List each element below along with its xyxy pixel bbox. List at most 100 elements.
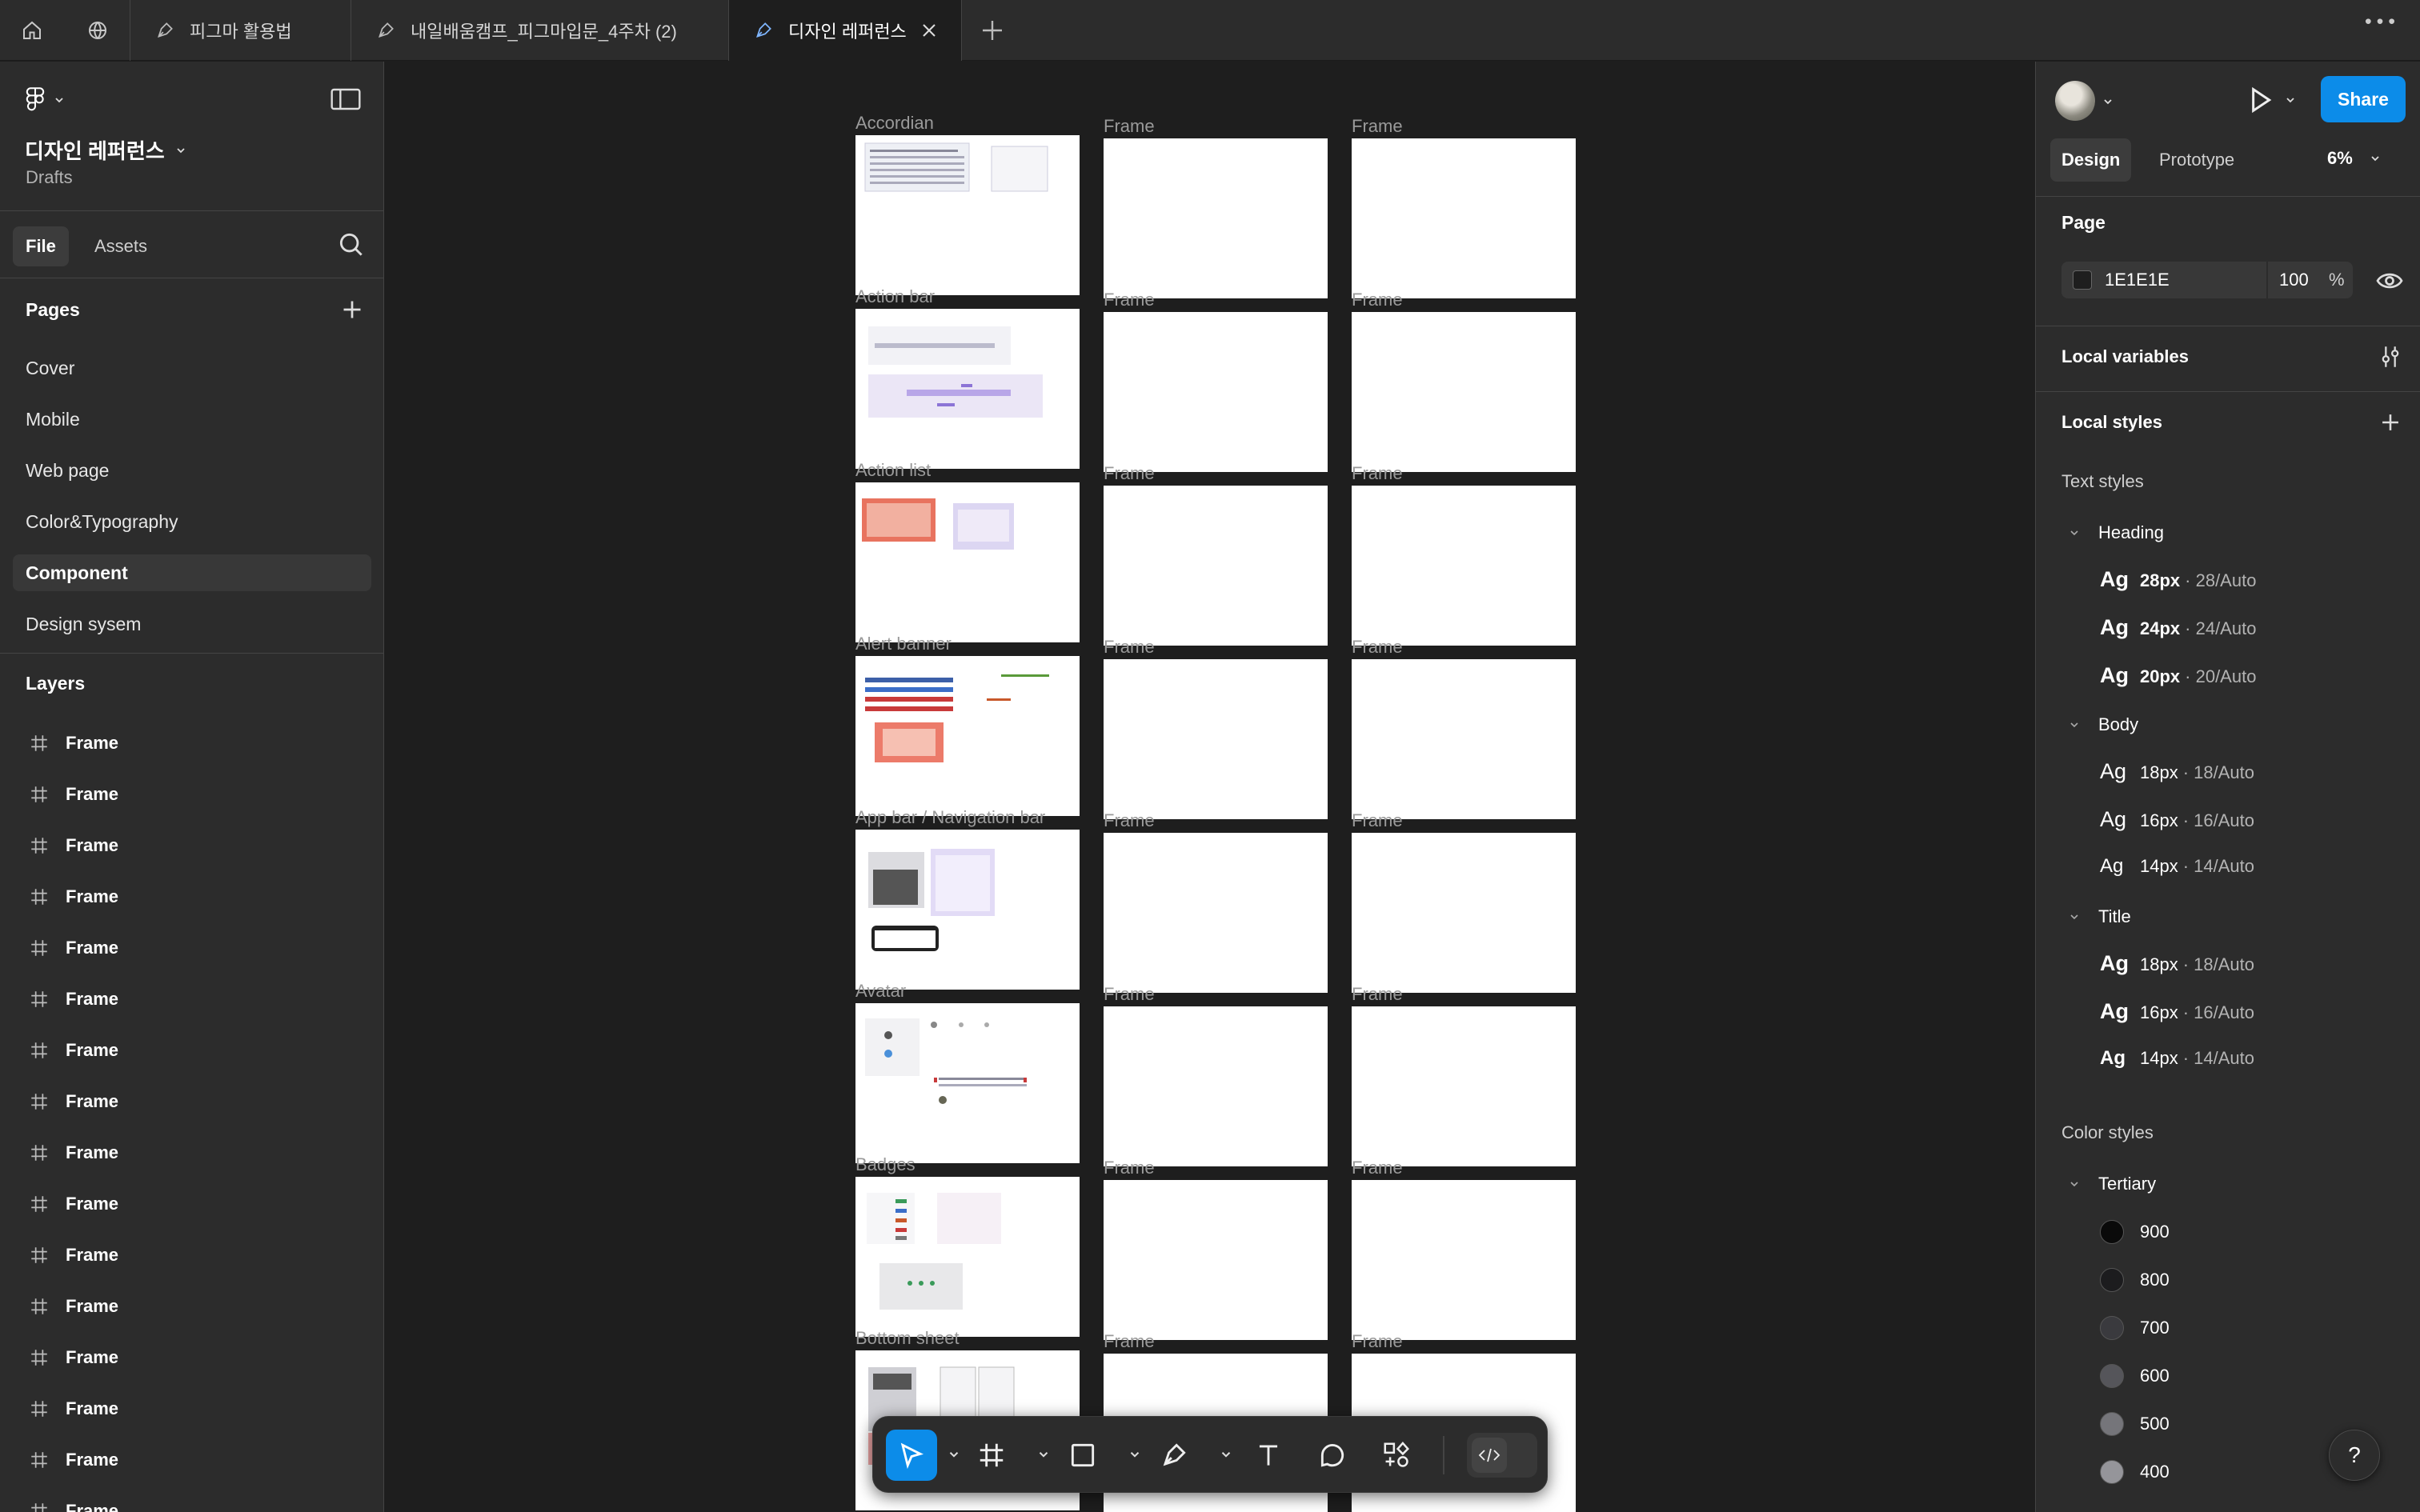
frame-label[interactable]: Frame — [1104, 984, 1155, 1005]
pen-tool[interactable] — [1148, 1430, 1200, 1481]
frame-label[interactable]: Frame — [1104, 116, 1155, 137]
frame-label[interactable]: Frame — [1352, 290, 1403, 310]
text-style-body-16[interactable]: Ag 16px · 16/Auto — [2100, 807, 2254, 832]
frame-label[interactable]: App bar / Navigation bar — [855, 807, 1045, 828]
layer-item[interactable]: Frame — [0, 1489, 383, 1512]
canvas-frame[interactable] — [1352, 1006, 1576, 1166]
chevron-down-icon[interactable] — [2101, 95, 2114, 108]
canvas-frame[interactable] — [1104, 138, 1328, 298]
frame-label[interactable]: Frame — [1104, 1158, 1155, 1178]
dev-mode-toggle[interactable] — [1467, 1433, 1537, 1478]
color-style-item[interactable]: 500 — [2100, 1412, 2170, 1436]
text-style-heading-28[interactable]: Ag 28px · 28/Auto — [2100, 567, 2256, 592]
style-group-title[interactable]: Title — [2068, 906, 2131, 927]
search-icon[interactable] — [336, 230, 367, 260]
canvas-frame[interactable] — [855, 309, 1080, 469]
frame-label[interactable]: Frame — [1352, 984, 1403, 1005]
layer-item[interactable]: Frame — [0, 1438, 383, 1482]
page-background-field[interactable]: 1E1E1E 100 % — [2061, 262, 2353, 298]
text-style-heading-24[interactable]: Ag 24px · 24/Auto — [2100, 615, 2256, 640]
frame-label[interactable]: Frame — [1104, 810, 1155, 831]
chevron-down-icon[interactable] — [947, 1447, 961, 1462]
layer-item[interactable]: Frame — [0, 874, 383, 919]
frame-label[interactable]: Bottom sheet — [855, 1328, 960, 1349]
style-group-body[interactable]: Body — [2068, 714, 2138, 735]
frame-label[interactable]: Frame — [1352, 637, 1403, 658]
frame-label[interactable]: Frame — [1352, 463, 1403, 484]
local-variables[interactable]: Local variables — [2061, 346, 2189, 367]
home-icon[interactable] — [2, 0, 62, 61]
page-color-hex[interactable]: 1E1E1E — [2105, 270, 2170, 290]
canvas-frame[interactable] — [1104, 312, 1328, 472]
frame-label[interactable]: Action list — [855, 460, 931, 481]
page-item-web-page[interactable]: Web page — [13, 452, 371, 489]
present-play-icon[interactable] — [2244, 84, 2276, 116]
page-opacity[interactable]: 100 — [2279, 270, 2309, 290]
new-tab-plus-icon[interactable] — [978, 16, 1007, 45]
layer-item[interactable]: Frame — [0, 1079, 383, 1124]
canvas-frame[interactable] — [855, 830, 1080, 990]
tab-design[interactable]: Design — [2050, 138, 2132, 182]
layer-item[interactable]: Frame — [0, 1233, 383, 1278]
chevron-down-icon[interactable] — [1219, 1447, 1233, 1462]
user-avatar[interactable] — [2055, 81, 2095, 121]
comment-tool[interactable] — [1307, 1430, 1358, 1481]
tab-file-1[interactable]: 피그마 활용법 — [130, 0, 351, 61]
tab-prototype[interactable]: Prototype — [2148, 138, 2246, 182]
more-options-icon[interactable] — [2364, 16, 2396, 45]
color-style-item[interactable]: 700 — [2100, 1316, 2170, 1340]
globe-icon[interactable] — [67, 0, 128, 61]
frame-label[interactable]: Alert banner — [855, 634, 952, 654]
layer-item[interactable]: Frame — [0, 1335, 383, 1380]
style-group-tertiary[interactable]: Tertiary — [2068, 1174, 2156, 1194]
canvas[interactable]: Accordian Frame Frame Action bar Frame Frame A… — [385, 62, 2035, 1512]
text-style-title-16[interactable]: Ag 16px · 16/Auto — [2100, 999, 2254, 1024]
canvas-frame[interactable] — [1104, 1006, 1328, 1166]
layer-item[interactable]: Frame — [0, 823, 383, 868]
frame-label[interactable]: Accordian — [855, 113, 934, 134]
text-style-body-14[interactable]: Ag 14px · 14/Auto — [2100, 855, 2254, 878]
add-page-icon[interactable] — [338, 295, 367, 324]
frame-label[interactable]: Frame — [1352, 116, 1403, 137]
chevron-down-icon[interactable] — [2284, 94, 2297, 106]
share-button[interactable]: Share — [2321, 76, 2406, 122]
canvas-frame[interactable] — [855, 482, 1080, 642]
canvas-frame[interactable] — [1104, 659, 1328, 819]
page-item-design-system[interactable]: Design sysem — [13, 606, 371, 642]
canvas-frame[interactable] — [1352, 312, 1576, 472]
color-style-item[interactable]: 400 — [2100, 1460, 2170, 1484]
tab-file[interactable]: File — [13, 226, 69, 266]
sidebar-toggle-icon[interactable] — [330, 86, 362, 113]
canvas-frame[interactable] — [1104, 833, 1328, 993]
chevron-down-icon[interactable] — [1036, 1447, 1051, 1462]
canvas-frame[interactable] — [1104, 486, 1328, 646]
zoom-dropdown[interactable]: 6% — [2327, 148, 2382, 169]
canvas-frame[interactable] — [855, 1177, 1080, 1337]
close-icon[interactable] — [918, 19, 940, 42]
file-name-menu[interactable]: 디자인 레퍼런스 — [25, 135, 187, 165]
frame-label[interactable]: Frame — [1352, 1331, 1403, 1352]
layer-item[interactable]: Frame — [0, 1182, 383, 1226]
frame-label[interactable]: Frame — [1104, 637, 1155, 658]
frame-label[interactable]: Frame — [1104, 1331, 1155, 1352]
file-location[interactable]: Drafts — [26, 167, 73, 188]
move-tool[interactable] — [886, 1430, 937, 1481]
frame-label[interactable]: Avatar — [855, 981, 906, 1002]
canvas-frame[interactable] — [1352, 138, 1576, 298]
layer-item[interactable]: Frame — [0, 721, 383, 766]
layer-item[interactable]: Frame — [0, 772, 383, 817]
layer-item[interactable]: Frame — [0, 977, 383, 1022]
frame-label[interactable]: Frame — [1104, 290, 1155, 310]
text-style-heading-20[interactable]: Ag 20px · 20/Auto — [2100, 663, 2256, 688]
main-menu-button[interactable] — [24, 82, 72, 118]
canvas-frame[interactable] — [1352, 486, 1576, 646]
eye-icon[interactable] — [2375, 266, 2404, 295]
add-style-icon[interactable] — [2377, 409, 2404, 436]
text-tool[interactable] — [1243, 1430, 1294, 1481]
canvas-frame[interactable] — [1352, 659, 1576, 819]
help-button[interactable]: ? — [2329, 1430, 2380, 1481]
page-item-mobile[interactable]: Mobile — [13, 401, 371, 438]
frame-label[interactable]: Frame — [1352, 1158, 1403, 1178]
frame-label[interactable]: Action bar — [855, 286, 935, 307]
shape-tool[interactable] — [1057, 1430, 1108, 1481]
